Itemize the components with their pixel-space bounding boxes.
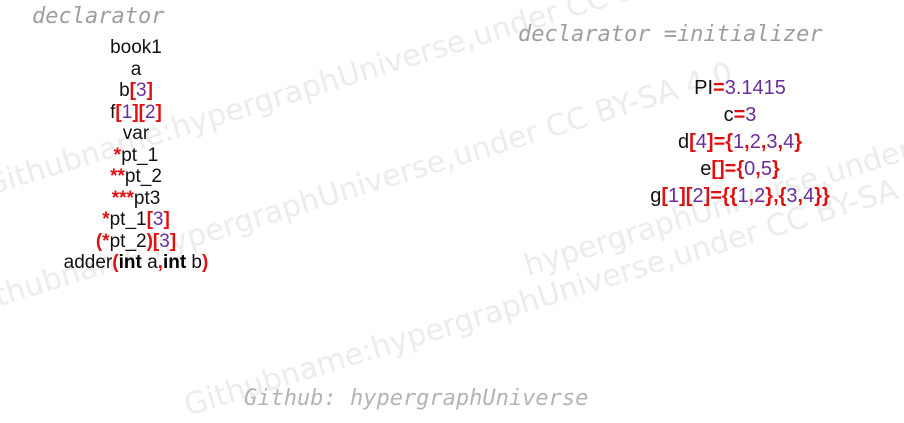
- code-token: 2: [144, 101, 156, 123]
- code-token: (*: [95, 230, 110, 252]
- code-token: 1: [121, 101, 133, 123]
- code-token: b: [186, 252, 203, 273]
- code-token: }: [771, 158, 780, 180]
- left-heading: declarator: [32, 4, 165, 29]
- code-token: ]: [146, 80, 153, 101]
- initializer-line: g[1][2]={{1,2},{3,4}}: [580, 183, 900, 210]
- code-token: pt_2: [109, 230, 147, 252]
- code-token: ]={{: [703, 185, 738, 207]
- code-token: 4: [783, 131, 795, 153]
- footer-github: Github: hypergraphUniverse: [244, 386, 589, 411]
- code-token: 1: [667, 185, 680, 207]
- declarator-line: a: [0, 59, 272, 81]
- code-token: a: [141, 252, 158, 273]
- code-token: 2: [692, 185, 704, 207]
- code-token: }: [794, 131, 803, 153]
- code-token: 3: [152, 209, 164, 230]
- code-token: *: [102, 209, 110, 230]
- code-token: [: [661, 185, 668, 207]
- code-token: ***: [111, 187, 134, 209]
- right-heading: declarator =initializer: [518, 22, 823, 47]
- code-token: 3: [745, 104, 757, 126]
- code-token: PI: [694, 77, 714, 99]
- code-token: pt_1: [109, 209, 147, 230]
- code-token: []={: [711, 158, 745, 180]
- code-token: 4: [695, 131, 707, 153]
- code-token: c: [723, 104, 734, 126]
- code-token: 1: [733, 131, 745, 153]
- code-token: ]: [163, 209, 170, 230]
- code-token: ]: [169, 230, 177, 252]
- initializer-list: PI=3.1415 c=3 d[4]={1,2,3,4} e[]={0,5} g[1][…: [580, 75, 900, 210]
- code-token: ][: [132, 101, 145, 123]
- code-token: 0: [744, 158, 756, 180]
- code-token: int: [118, 252, 142, 273]
- code-token: a: [130, 58, 142, 80]
- code-token: ]: [155, 101, 162, 123]
- code-token: var: [122, 123, 150, 144]
- code-token: }}: [814, 185, 830, 207]
- code-token: d: [677, 131, 690, 153]
- code-token: book1: [110, 37, 162, 58]
- declarator-line: adder(int a,int b): [0, 252, 272, 274]
- declarator-line: book1: [0, 37, 272, 59]
- code-token: =: [733, 104, 746, 126]
- code-token: 1: [737, 185, 749, 207]
- code-token: g: [650, 185, 662, 207]
- code-token: ][: [679, 185, 693, 207]
- initializer-line: PI=3.1415: [580, 75, 900, 102]
- declarator-list: book1 a b[3] f[1][2] var *pt_1 **pt_2 ***pt3 *pt…: [0, 37, 272, 274]
- code-token: 2: [754, 185, 766, 207]
- declarator-line: *pt_1[3]: [0, 209, 272, 231]
- code-token: e: [700, 158, 712, 180]
- code-token: ]={: [706, 131, 734, 153]
- code-token: 3: [786, 185, 798, 207]
- declarator-line: f[1][2]: [0, 102, 272, 124]
- declarator-line: ***pt3: [0, 188, 272, 210]
- code-token: pt3: [133, 187, 161, 209]
- initializer-line: d[4]={1,2,3,4}: [580, 129, 900, 156]
- code-token: },{: [765, 185, 787, 207]
- code-token: ): [202, 252, 209, 273]
- code-token: adder: [63, 252, 113, 273]
- declarator-line: b[3]: [0, 80, 272, 102]
- code-token: b: [119, 80, 130, 101]
- declarator-line: (*pt_2)[3]: [0, 231, 272, 253]
- code-token: [: [689, 131, 696, 153]
- code-token: 4: [803, 185, 815, 207]
- code-token: 3: [136, 80, 147, 101]
- code-token: **: [110, 166, 125, 187]
- code-token: 5: [760, 158, 772, 180]
- code-token: pt_2: [124, 166, 162, 187]
- initializer-line: c=3: [580, 102, 900, 129]
- code-token: pt_1: [121, 144, 159, 166]
- code-token: int: [162, 252, 187, 273]
- declarator-line: var: [0, 123, 272, 145]
- initializer-line: e[]={0,5}: [580, 156, 900, 183]
- code-token: 2: [749, 131, 761, 153]
- code-token: =: [713, 77, 725, 99]
- code-token: 3.1415: [724, 77, 786, 99]
- declarator-line: **pt_2: [0, 166, 272, 188]
- declarator-line: *pt_1: [0, 145, 272, 167]
- code-token: 3: [766, 131, 778, 153]
- code-token: 3: [159, 230, 170, 252]
